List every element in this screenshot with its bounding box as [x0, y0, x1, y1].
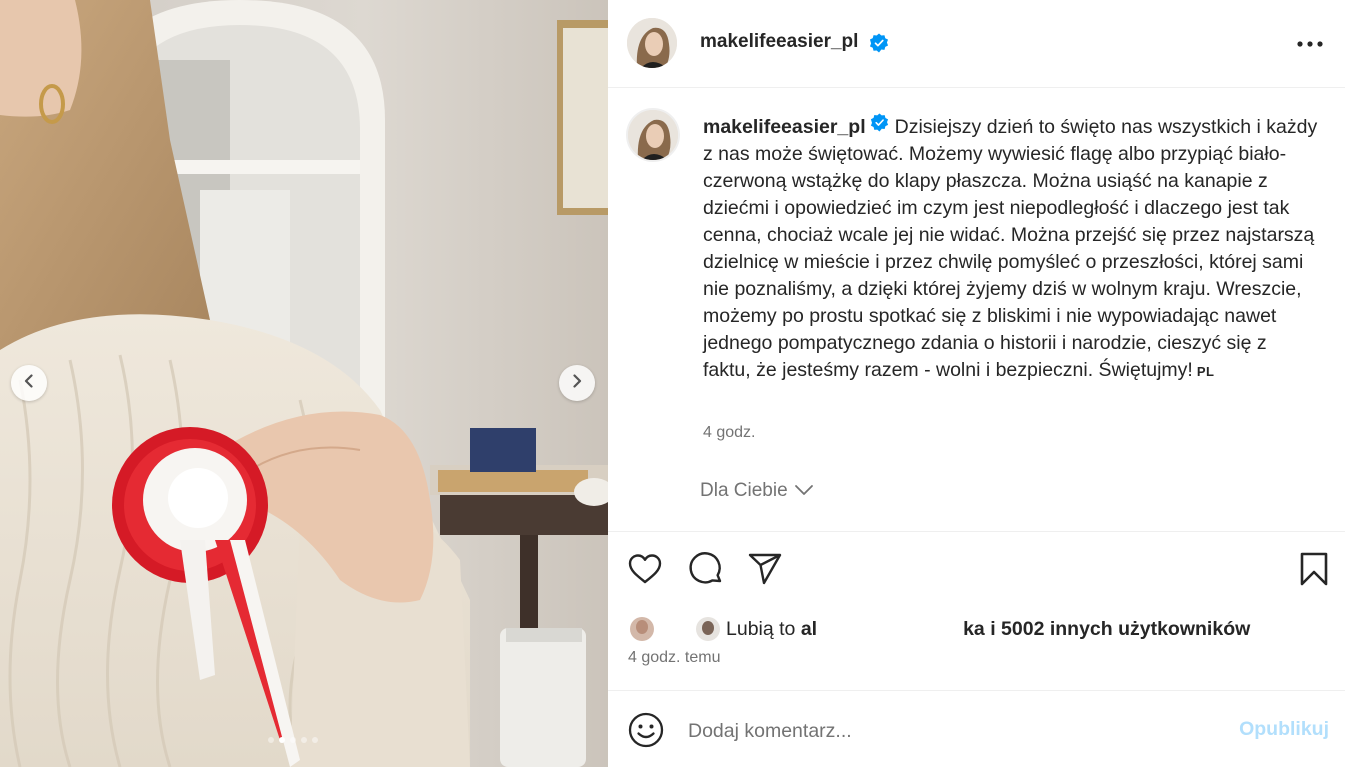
post-details-panel: makelifeeasier_pl makelifeeasier_pl Dzisi…	[608, 0, 1345, 767]
divider	[608, 690, 1345, 691]
liker-avatar	[694, 615, 722, 643]
for-you-dropdown[interactable]: Dla Ciebie	[700, 480, 814, 502]
carousel-dot	[279, 737, 285, 743]
verified-badge-icon	[869, 33, 889, 58]
comment-input[interactable]	[688, 714, 1208, 748]
send-icon	[746, 550, 784, 593]
post-caption: makelifeeasier_pl Dzisiejszy dzień to świ…	[703, 113, 1318, 385]
caption-username[interactable]: makelifeeasier_pl	[703, 116, 866, 138]
post-photo[interactable]	[0, 0, 608, 767]
caption-timestamp[interactable]: 4 godz.	[703, 424, 755, 442]
chevron-left-icon	[21, 373, 37, 394]
carousel-indicators	[268, 737, 318, 743]
comment-icon	[687, 550, 725, 593]
carousel-dot	[312, 737, 318, 743]
caption-avatar[interactable]	[626, 108, 680, 162]
verified-badge-icon	[870, 113, 889, 140]
likes-text: Lubią to al ka i 5002 innych użytkowników	[726, 617, 1251, 640]
carousel-dot	[301, 737, 307, 743]
bookmark-icon	[1295, 550, 1333, 593]
post-timestamp[interactable]: 4 godz. temu	[628, 649, 721, 667]
divider	[608, 531, 1345, 532]
username[interactable]: makelifeeasier_pl	[700, 31, 858, 53]
caption-text: Dzisiejszy dzień to święto nas wszystkic…	[703, 116, 1318, 381]
liker-username-end[interactable]: ka	[963, 618, 985, 640]
chevron-right-icon	[569, 373, 585, 394]
caption-language-tag[interactable]: PL	[1197, 364, 1215, 379]
post-header: makelifeeasier_pl	[608, 0, 1345, 88]
likes-count[interactable]: i 5002 innych użytkowników	[985, 618, 1250, 640]
heart-icon	[626, 550, 664, 593]
save-button[interactable]	[1295, 552, 1333, 590]
carousel-next-button[interactable]	[559, 365, 595, 401]
emoji-button[interactable]	[627, 711, 665, 749]
liker-avatar	[628, 615, 656, 643]
publish-button[interactable]: Opublikuj	[1239, 718, 1329, 741]
more-horizontal-icon	[1295, 41, 1325, 58]
likes-summary[interactable]: Lubią to al ka i 5002 innych użytkowników	[628, 614, 1250, 644]
like-button[interactable]	[626, 552, 664, 590]
avatar[interactable]	[627, 18, 677, 68]
carousel-prev-button[interactable]	[11, 365, 47, 401]
post-image	[0, 0, 608, 767]
liker-username[interactable]: al	[801, 618, 817, 640]
emoji-icon	[627, 712, 665, 753]
for-you-label: Dla Ciebie	[700, 480, 788, 501]
carousel-dot	[268, 737, 274, 743]
chevron-down-icon	[794, 480, 814, 502]
share-button[interactable]	[746, 552, 784, 590]
comment-button[interactable]	[687, 550, 725, 593]
carousel-dot	[290, 737, 296, 743]
more-options-button[interactable]	[1295, 34, 1325, 54]
